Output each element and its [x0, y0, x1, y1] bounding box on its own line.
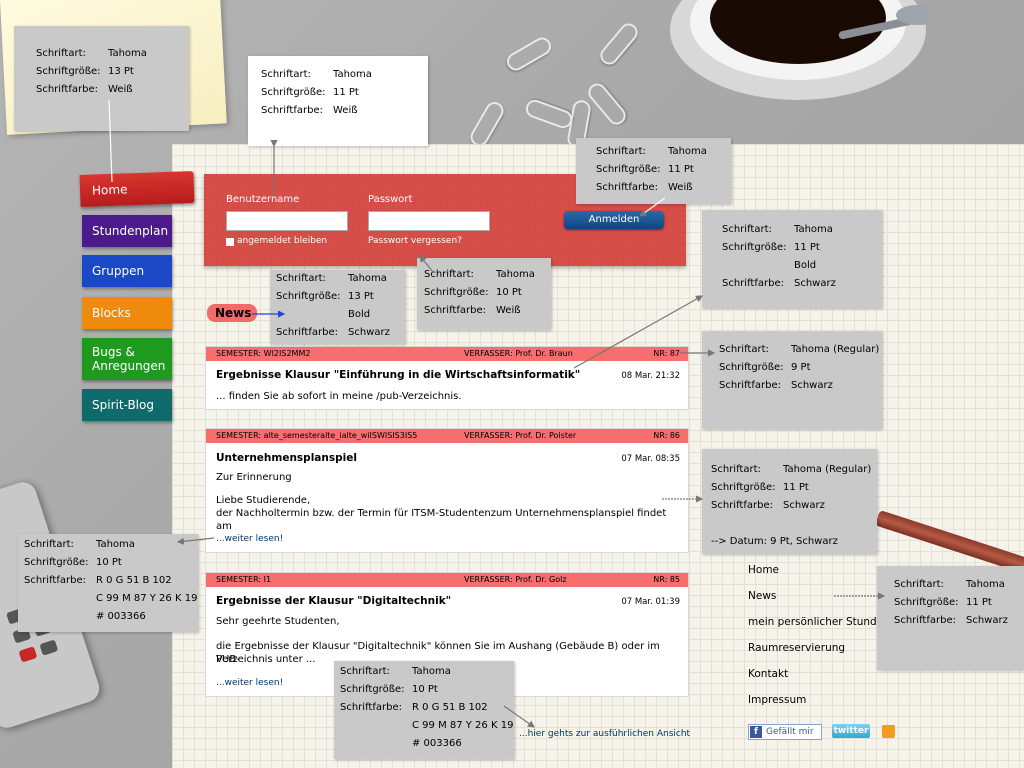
annotation-connectors [108, 99, 886, 728]
